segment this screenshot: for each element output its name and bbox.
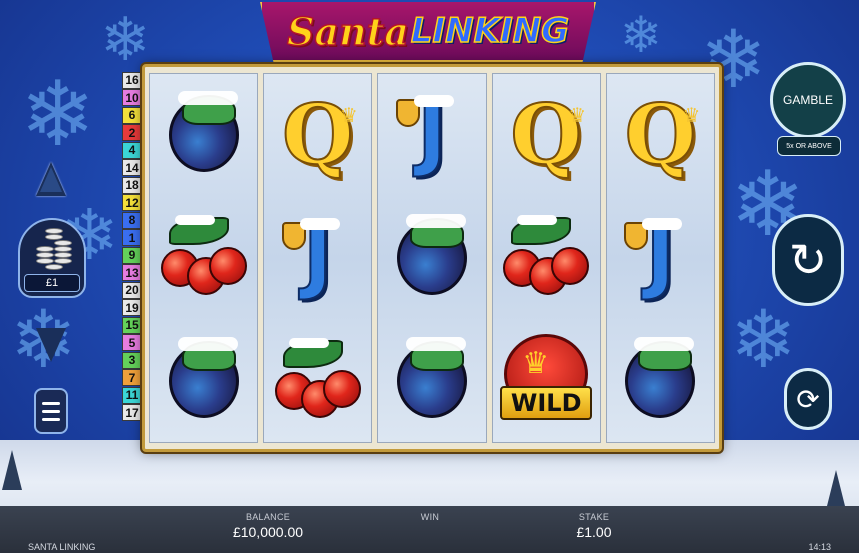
stake-down-arrow-icon[interactable]	[36, 328, 66, 362]
payline-indicator: 13	[122, 264, 142, 282]
coin-stake-button[interactable]: £1	[18, 218, 86, 298]
reel-frame: Q ♛ J J Q ♛ ♛ WILD Q ♛ J	[142, 64, 722, 452]
payline-indicator: 15	[122, 316, 142, 334]
game-logo: Santa LINKING	[260, 2, 596, 62]
reel-symbol-plum	[156, 331, 252, 431]
crown-icon: ♛	[522, 346, 550, 380]
reel-symbol-cherries	[270, 331, 366, 431]
menu-icon-line	[42, 417, 60, 421]
reel-1	[149, 73, 259, 443]
refresh-icon: ⟳	[796, 382, 820, 416]
payline-indicator: 16	[122, 72, 142, 89]
autoplay-button[interactable]: ⟳	[784, 368, 832, 430]
snowflake-icon: ❄	[20, 62, 96, 167]
cherries-icon	[159, 213, 249, 303]
gamble-label: GAMBLE	[782, 93, 833, 107]
balance-display: BALANCE £10,000.00	[228, 512, 308, 540]
snow-cap	[299, 217, 340, 230]
rotate-arrow-icon: ↻	[788, 233, 828, 287]
cherries-icon	[501, 213, 591, 303]
reel-symbol-queen: Q ♛	[612, 85, 708, 185]
plum-icon	[625, 336, 696, 418]
payline-indicators: 16 10 6 2 4 14 18 12 8 1 9 13 20 19 15 5 3 7 11 17	[122, 72, 142, 422]
plum-icon	[168, 336, 239, 418]
menu-button[interactable]	[34, 388, 68, 434]
snow-cap	[642, 217, 683, 230]
snowflake-icon: ❄	[730, 293, 798, 386]
coin-value: £1	[24, 274, 80, 292]
reel-symbol-cherries	[498, 208, 594, 308]
stake-value: £1.00	[576, 524, 612, 540]
reel-symbol-plum	[384, 331, 480, 431]
snow-cap	[414, 95, 454, 108]
reel-2: Q ♛ J	[263, 73, 373, 443]
reel-symbol-jack: J	[612, 208, 708, 308]
snowflake-icon: ❄	[620, 6, 662, 64]
logo-text-linking: LINKING	[410, 10, 570, 52]
payline-indicator: 12	[122, 194, 142, 212]
reel-symbol-plum	[384, 208, 480, 308]
payline-indicator: 9	[122, 246, 142, 264]
payline-indicator: 4	[122, 141, 142, 159]
win-display: WIN	[408, 512, 452, 524]
plum-icon	[397, 213, 467, 295]
plum-icon	[168, 91, 239, 173]
payline-indicator: 7	[122, 369, 142, 387]
crown-icon: ♛	[568, 105, 587, 128]
reel-symbol-wild: ♛ WILD	[498, 331, 594, 431]
crown-icon: ♛	[339, 105, 358, 128]
footer-game-title: SANTA LINKING	[28, 542, 96, 552]
payline-indicator: 17	[122, 404, 142, 422]
jack-symbol: J	[302, 212, 333, 303]
reel-symbol-queen: Q ♛	[498, 85, 594, 185]
reel-symbol-plum	[612, 331, 708, 431]
menu-icon-line	[42, 409, 60, 413]
payline-indicator: 1	[122, 229, 142, 247]
win-label: WIN	[420, 512, 440, 522]
clock: 14:13	[808, 542, 831, 552]
crown-icon: ♛	[682, 105, 701, 128]
reel-3: J	[377, 73, 487, 443]
logo-text-santa: Santa	[286, 8, 409, 55]
reel-symbol-queen: Q ♛	[270, 85, 366, 185]
payline-indicator: 18	[122, 176, 142, 194]
reel-symbol-cherries	[156, 208, 252, 308]
cherries-icon	[273, 336, 363, 426]
payline-indicator: 5	[122, 334, 142, 352]
payline-indicator: 6	[122, 106, 142, 124]
spin-button[interactable]: ↻	[772, 214, 844, 306]
balance-label: BALANCE	[245, 512, 291, 522]
gamble-button[interactable]: GAMBLE	[770, 62, 846, 138]
payline-indicator: 8	[122, 211, 142, 229]
wild-badge: ♛ WILD	[500, 333, 593, 428]
payline-indicator: 19	[122, 299, 142, 317]
jack-symbol: J	[416, 90, 447, 181]
gamble-condition-badge: 5x OR ABOVE	[777, 136, 841, 156]
pine-tree	[826, 470, 846, 510]
payline-indicator: 3	[122, 351, 142, 369]
plum-icon	[397, 336, 467, 418]
stake-display: STAKE £1.00	[566, 512, 622, 540]
balance-value: £10,000.00	[232, 524, 304, 540]
payline-indicator: 2	[122, 124, 142, 142]
reel-4: Q ♛ ♛ WILD	[491, 73, 601, 443]
payline-indicator: 11	[122, 386, 142, 404]
status-bar: BALANCE £10,000.00 WIN STAKE £1.00 SANTA…	[0, 506, 859, 553]
jack-symbol: J	[645, 212, 676, 303]
reels-area[interactable]: Q ♛ J J Q ♛ ♛ WILD Q ♛ J	[149, 73, 716, 443]
wild-label: WILD	[500, 385, 593, 420]
stake-label: STAKE	[578, 512, 610, 522]
payline-indicator: 14	[122, 159, 142, 177]
reel-symbol-jack: J	[384, 85, 480, 185]
pine-tree	[2, 450, 22, 490]
reel-symbol-jack: J	[270, 208, 366, 308]
coin-stack-icon	[32, 228, 76, 272]
reel-5: Q ♛ J	[605, 73, 716, 443]
menu-icon-line	[42, 401, 60, 405]
snowflake-icon: ❄	[100, 5, 151, 75]
payline-indicator: 10	[122, 89, 142, 107]
payline-indicator: 20	[122, 281, 142, 299]
stake-up-arrow-icon[interactable]	[36, 162, 66, 196]
reel-symbol-plum	[156, 85, 252, 185]
